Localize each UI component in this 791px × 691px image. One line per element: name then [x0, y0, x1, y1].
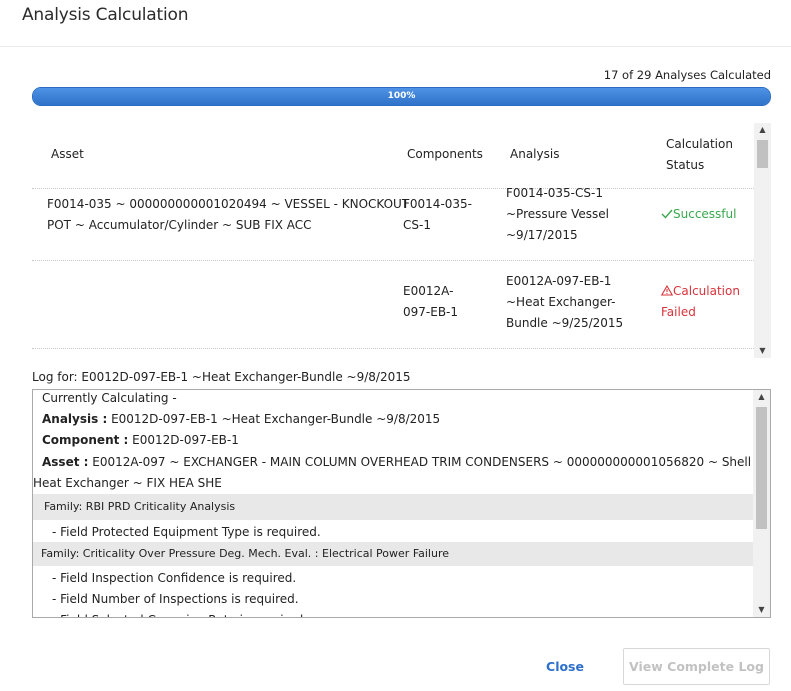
status-label: Successful — [673, 207, 737, 221]
cell-component-line: CS-1 — [403, 218, 431, 232]
log-message: - Field Number of Inspections is require… — [52, 592, 299, 606]
results-grid: Asset Components Analysis Calculation St… — [32, 123, 771, 358]
column-header-analysis: Analysis — [510, 147, 560, 161]
log-scrollbar[interactable]: ▲ ▼ — [753, 390, 770, 617]
cell-analysis-line: ~9/17/2015 — [506, 228, 578, 242]
log-label: Asset : — [42, 455, 89, 469]
log-value: E0012D-097-EB-1 — [128, 433, 239, 447]
row-divider — [32, 348, 754, 349]
status-label-line: Calculation — [660, 281, 740, 302]
cell-analysis-line: F0014-035-CS-1 — [506, 186, 603, 200]
status-label-line: Failed — [661, 305, 696, 319]
cell-component-line: E0012A- — [403, 284, 454, 298]
scrollbar-thumb[interactable] — [756, 407, 767, 529]
cell-analysis-line: ~Pressure Vessel — [506, 207, 609, 221]
title-divider — [0, 46, 791, 47]
cell-component-line: F0014-035- — [403, 197, 473, 211]
cell-asset-line: POT ~ Accumulator/Cylinder ~ SUB FIX ACC — [47, 218, 312, 232]
dialog-title: Analysis Calculation — [22, 5, 189, 25]
scrollbar-thumb[interactable] — [757, 140, 768, 168]
log-header: Log for: E0012D-097-EB-1 ~Heat Exchanger… — [32, 370, 411, 384]
log-analysis-line: Analysis : E0012D-097-EB-1 ~Heat Exchang… — [42, 409, 762, 430]
log-asset-line-continued: Heat Exchanger ~ FIX HEA SHE — [33, 476, 222, 490]
column-header-status: Calculation Status — [666, 134, 733, 176]
scroll-down-icon[interactable]: ▼ — [753, 603, 770, 617]
log-message: - Field Protected Equipment Type is requ… — [52, 525, 321, 539]
grid-scrollbar[interactable]: ▲ ▼ — [754, 123, 771, 358]
cell-analysis: F0014-035-CS-1 ~Pressure Vessel ~9/17/20… — [506, 183, 609, 246]
log-label: Analysis : — [42, 412, 108, 426]
log-label: Component : — [42, 433, 129, 447]
log-message: - Field Selected Corrosion Rate is requi… — [52, 610, 770, 617]
cell-component-line: 097-EB-1 — [403, 305, 459, 319]
view-complete-log-button[interactable]: View Complete Log — [623, 648, 770, 685]
row-divider — [32, 188, 754, 189]
log-asset-line: Asset : E0012A-097 ~ EXCHANGER - MAIN CO… — [42, 452, 770, 473]
log-message: - Field Inspection Confidence is require… — [52, 571, 297, 585]
progress-bar: 100% — [32, 87, 771, 106]
status-failed: Calculation Failed — [660, 281, 740, 323]
log-family-band: Family: Criticality Over Pressure Deg. M… — [33, 542, 753, 566]
log-family-band: Family: RBI PRD Criticality Analysis — [33, 494, 753, 520]
column-header-status-line: Calculation — [666, 137, 733, 151]
cell-asset: F0014-035 ~ 000000000001020494 ~ VESSEL … — [47, 194, 409, 236]
column-header-components: Components — [407, 147, 483, 161]
status-label: Calculation — [673, 284, 740, 298]
log-value: E0012A-097 ~ EXCHANGER - MAIN COLUMN OVE… — [88, 455, 771, 469]
cell-component: F0014-035- CS-1 — [403, 194, 472, 236]
cell-analysis-line: Bundle ~9/25/2015 — [506, 316, 624, 330]
warning-icon — [660, 284, 674, 296]
cell-component: E0012A- 097-EB-1 — [403, 281, 458, 323]
progress-count-text: 17 of 29 Analyses Calculated — [603, 68, 771, 82]
cell-analysis-line: E0012A-097-EB-1 — [506, 274, 612, 288]
cell-analysis-line: ~Heat Exchanger- — [506, 295, 616, 309]
row-divider — [32, 260, 754, 261]
log-value: E0012D-097-EB-1 ~Heat Exchanger-Bundle ~… — [107, 412, 441, 426]
scroll-down-icon[interactable]: ▼ — [754, 344, 771, 358]
progress-percent-label: 100% — [387, 91, 416, 101]
log-component-line: Component : E0012D-097-EB-1 — [42, 430, 762, 451]
column-header-asset: Asset — [51, 147, 84, 161]
log-currently-calculating: Currently Calculating - — [42, 391, 177, 405]
scroll-up-icon[interactable]: ▲ — [754, 123, 771, 137]
check-icon — [661, 209, 673, 219]
column-header-status-line: Status — [666, 158, 705, 172]
close-button[interactable]: Close — [535, 650, 595, 682]
cell-analysis: E0012A-097-EB-1 ~Heat Exchanger- Bundle … — [506, 271, 623, 334]
status-successful: Successful — [661, 204, 736, 225]
scroll-up-icon[interactable]: ▲ — [753, 390, 770, 404]
cell-asset-line: F0014-035 ~ 000000000001020494 ~ VESSEL … — [47, 197, 410, 211]
log-panel[interactable]: Currently Calculating - Analysis : E0012… — [32, 389, 771, 618]
